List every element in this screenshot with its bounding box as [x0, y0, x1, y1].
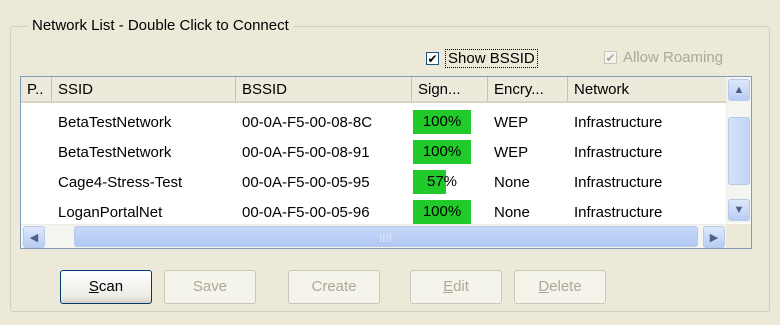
- bssid-cell: 00-0A-F5-00-08-8C: [242, 113, 373, 131]
- column-header-bssid[interactable]: BSSID: [236, 77, 412, 101]
- signal-cell: 57%: [412, 170, 488, 194]
- arrow-right-icon[interactable]: ▶: [703, 226, 725, 248]
- list-rows: BetaTestNetwork 00-0A-F5-00-08-8C 100% W…: [21, 107, 727, 227]
- signal-text: 100%: [422, 143, 462, 160]
- table-row[interactable]: Cage4-Stress-Test 00-0A-F5-00-05-95 57% …: [21, 167, 727, 197]
- ssid-cell: LoganPortalNet: [58, 203, 163, 221]
- create-label: Create: [311, 278, 357, 295]
- save-label: Save: [192, 278, 228, 295]
- signal-cell: 100%: [412, 110, 488, 134]
- edit-mnemonic: E: [443, 278, 454, 295]
- table-row[interactable]: BetaTestNetwork 00-0A-F5-00-08-8C 100% W…: [21, 107, 727, 137]
- ssid-cell: BetaTestNetwork: [58, 113, 172, 131]
- column-header-network[interactable]: Network: [568, 77, 727, 101]
- check-icon: ✔: [604, 50, 617, 65]
- signal-cell: 100%: [412, 140, 488, 164]
- delete-label: elete: [549, 278, 582, 295]
- bssid-cell: 00-0A-F5-00-05-96: [242, 203, 370, 221]
- vertical-scrollbar[interactable]: ▲ ▼: [726, 77, 751, 223]
- horizontal-scroll-thumb[interactable]: ||||: [74, 226, 698, 247]
- signal-cell: 100%: [412, 200, 488, 224]
- encryption-cell: None: [494, 203, 530, 221]
- show-bssid-checkbox[interactable]: ✔ Show BSSID: [426, 49, 538, 68]
- edit-button[interactable]: Edit: [410, 270, 502, 304]
- table-row[interactable]: BetaTestNetwork 00-0A-F5-00-08-91 100% W…: [21, 137, 727, 167]
- signal-bar: 100%: [413, 200, 471, 224]
- encryption-cell: None: [494, 173, 530, 191]
- scan-label: can: [98, 278, 124, 295]
- save-button[interactable]: Save: [164, 270, 256, 304]
- signal-text: 100%: [422, 113, 462, 130]
- delete-button[interactable]: Delete: [514, 270, 606, 304]
- delete-mnemonic: D: [538, 278, 550, 295]
- scan-button[interactable]: Scan: [60, 270, 152, 304]
- signal-bar: 57%: [413, 170, 471, 194]
- arrow-left-icon[interactable]: ◀: [23, 226, 45, 248]
- arrow-down-icon[interactable]: ▼: [728, 199, 750, 221]
- signal-bar: 100%: [413, 140, 471, 164]
- arrow-up-icon[interactable]: ▲: [728, 79, 750, 101]
- network-cell: Infrastructure: [574, 173, 663, 191]
- allow-roaming-checkbox[interactable]: ✔ Allow Roaming: [604, 49, 723, 66]
- scrollbar-corner: [726, 224, 751, 248]
- vertical-scroll-thumb[interactable]: [728, 117, 750, 185]
- group-title: Network List - Double Click to Connect: [28, 17, 293, 35]
- encryption-cell: WEP: [494, 143, 529, 161]
- ssid-cell: BetaTestNetwork: [58, 143, 172, 161]
- signal-text: 57%: [426, 173, 458, 190]
- bssid-cell: 00-0A-F5-00-05-95: [242, 173, 370, 191]
- check-icon: ✔: [426, 51, 439, 66]
- column-header-ssid[interactable]: SSID: [52, 77, 236, 101]
- network-cell: Infrastructure: [574, 143, 663, 161]
- horizontal-scrollbar[interactable]: ◀ |||| ▶: [21, 224, 727, 248]
- ssid-cell: Cage4-Stress-Test: [58, 173, 183, 191]
- show-bssid-label: Show BSSID: [445, 49, 538, 68]
- create-button[interactable]: Create: [288, 270, 380, 304]
- column-header-signal[interactable]: Sign...: [412, 77, 488, 101]
- encryption-cell: WEP: [494, 113, 529, 131]
- column-header-priority[interactable]: P..: [21, 77, 52, 101]
- network-cell: Infrastructure: [574, 113, 663, 131]
- edit-label: dit: [453, 278, 469, 295]
- bssid-cell: 00-0A-F5-00-08-91: [242, 143, 370, 161]
- list-header: P.. SSID BSSID Sign... Encry... Network: [21, 77, 727, 103]
- network-list[interactable]: P.. SSID BSSID Sign... Encry... Network …: [20, 76, 752, 249]
- table-row[interactable]: LoganPortalNet 00-0A-F5-00-05-96 100% No…: [21, 197, 727, 227]
- signal-bar: 100%: [413, 110, 471, 134]
- scan-mnemonic: S: [88, 278, 99, 295]
- column-header-encryption[interactable]: Encry...: [488, 77, 568, 101]
- signal-text: 100%: [422, 203, 462, 220]
- allow-roaming-label: Allow Roaming: [623, 49, 724, 66]
- network-cell: Infrastructure: [574, 203, 663, 221]
